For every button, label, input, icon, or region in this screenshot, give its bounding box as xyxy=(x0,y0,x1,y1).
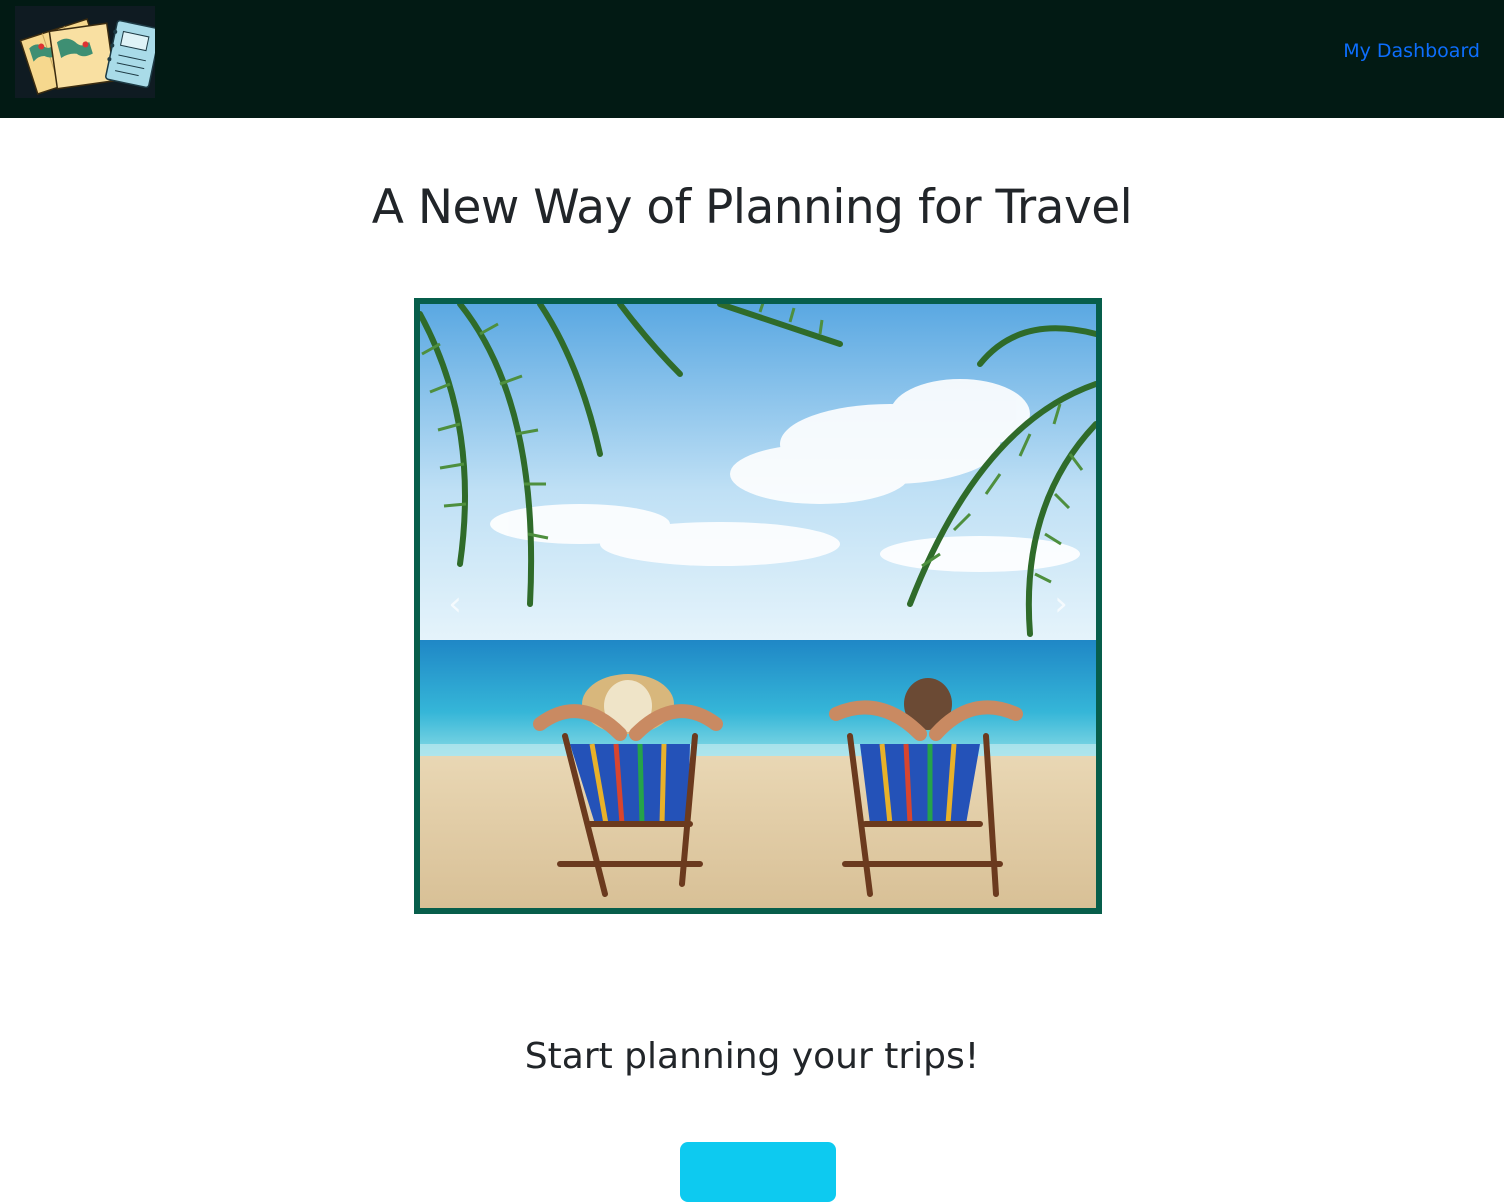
page-title: A New Way of Planning for Travel xyxy=(371,180,1133,235)
cta-heading: Start planning your trips! xyxy=(524,1036,980,1077)
beach-image xyxy=(420,304,1096,908)
my-dashboard-link[interactable]: My Dashboard xyxy=(1343,40,1480,62)
start-planning-button[interactable] xyxy=(680,1142,836,1202)
carousel-next-icon[interactable]: › xyxy=(1036,574,1086,634)
logo-icon[interactable] xyxy=(15,6,161,98)
carousel-prev-icon[interactable]: ‹ xyxy=(430,574,480,634)
navbar: My Dashboard xyxy=(0,0,1504,118)
image-carousel[interactable]: ‹ › xyxy=(414,298,1102,914)
